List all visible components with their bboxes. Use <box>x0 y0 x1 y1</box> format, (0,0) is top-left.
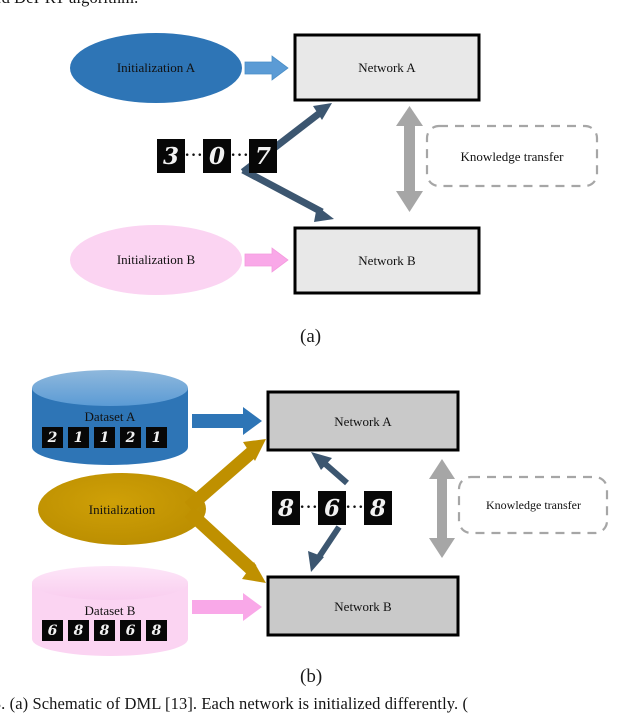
panel-b-knowledge-transfer-label: Knowledge transfer <box>486 498 581 512</box>
ellipsis-separator: ··· <box>184 147 204 164</box>
digit-tile: 2 <box>120 427 141 448</box>
page-top-text-line: roposed DeI-RT algorithm. <box>0 0 138 8</box>
panel-b-arrow-knowledge-transfer-bidirectional <box>429 459 455 558</box>
digit-tile: 7 <box>249 139 277 173</box>
panel-a-arrow-knowledge-transfer-bidirectional <box>396 106 423 212</box>
panel-a-arrow-data-to-network-b <box>241 166 334 222</box>
panel-b-dataset-b-digits: 6 8 8 6 8 <box>42 620 167 641</box>
panel-a-arrow-init-a-to-network-a <box>244 55 289 81</box>
panel-a-network-b-label: Network B <box>358 253 416 268</box>
panel-a-initialization-a-label: Initialization A <box>116 60 196 75</box>
panel-a-caption-label: (a) <box>300 326 322 347</box>
digit-tile: 0 <box>203 139 231 173</box>
digit-tile: 8 <box>272 491 300 525</box>
digit-tile: 8 <box>68 620 89 641</box>
panel-a-knowledge-transfer-label: Knowledge transfer <box>460 149 564 164</box>
panel-a-network-a-label: Network A <box>358 60 416 75</box>
ellipsis-separator: ··· <box>299 499 319 516</box>
digit-tile: 3 <box>157 139 185 173</box>
panel-b-arrow-data-to-network-a <box>311 452 349 486</box>
digit-tile: 1 <box>68 427 89 448</box>
panel-b-network-a-label: Network A <box>334 414 392 429</box>
figure-container: roposed DeI-RT algorithm. Initialization… <box>0 0 640 713</box>
digit-tile: 1 <box>94 427 115 448</box>
digit-tile: 6 <box>42 620 63 641</box>
digit-tile: 2 <box>42 427 63 448</box>
panel-b-dataset-a-digits: 2 1 1 2 1 <box>42 427 167 448</box>
digit-tile: 1 <box>146 427 167 448</box>
panel-b-caption-label: (b) <box>300 666 323 687</box>
panel-a-arrow-init-b-to-network-b <box>244 247 289 273</box>
panel-b-arrow-initialization-to-network-a <box>184 439 266 512</box>
panel-b-dataset-b-label: Dataset B <box>84 603 136 618</box>
panel-b-arrow-data-to-network-b <box>308 525 342 572</box>
ellipsis-separator: ··· <box>230 147 250 164</box>
ellipsis-separator: ··· <box>345 499 365 516</box>
panel-b-mnist-sample-strip: 8 ··· 6 ··· 8 <box>272 491 392 525</box>
digit-tile: 8 <box>146 620 167 641</box>
panel-b-arrow-initialization-to-network-b <box>184 507 266 583</box>
digit-tile: 6 <box>120 620 141 641</box>
panel-b-arrow-dataset-b-to-network-b <box>192 593 262 621</box>
digit-tile: 6 <box>318 491 346 525</box>
panel-b-arrow-dataset-a-to-network-a <box>192 407 262 435</box>
digit-tile: 8 <box>94 620 115 641</box>
figure-caption-line: g. 3. (a) Schematic of DML [13]. Each ne… <box>0 694 469 713</box>
panel-b-dataset-a-label: Dataset A <box>84 409 136 424</box>
panel-a-mnist-sample-strip: 3 ··· 0 ··· 7 <box>157 139 277 173</box>
digit-tile: 8 <box>364 491 392 525</box>
panel-b-initialization-label: Initialization <box>88 502 156 517</box>
panel-a-initialization-b-label: Initialization B <box>116 252 196 267</box>
panel-b-network-b-label: Network B <box>334 599 392 614</box>
